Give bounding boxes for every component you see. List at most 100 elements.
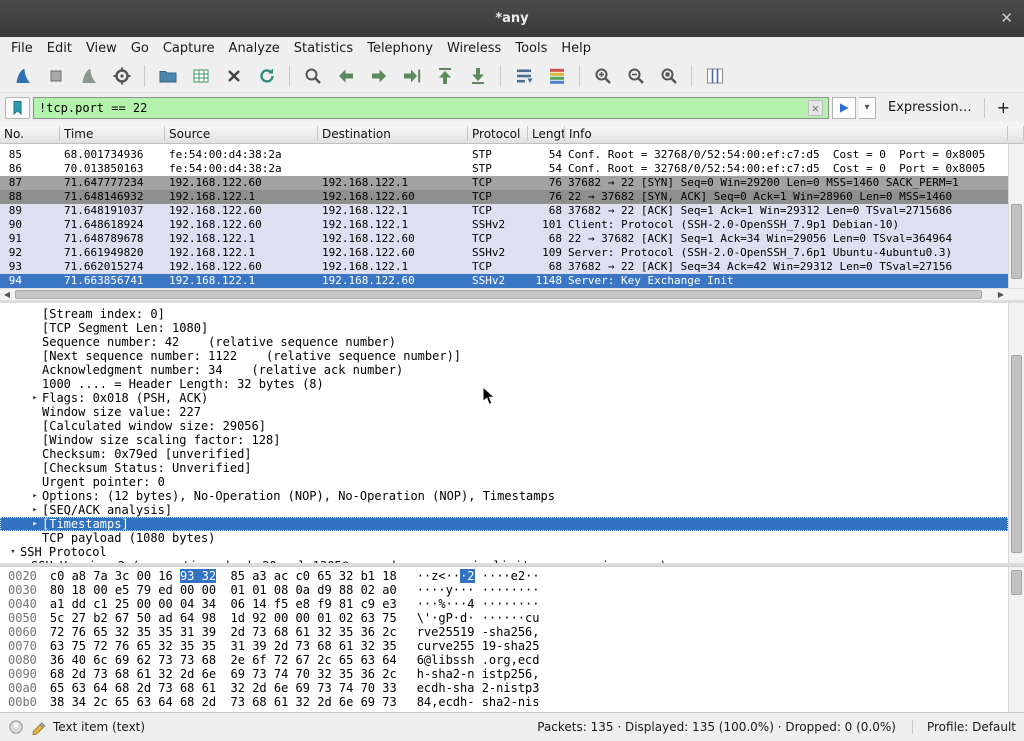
packet-row-88[interactable]: 8871.648146932192.168.122.1192.168.122.6… — [0, 190, 1008, 204]
hex-ascii[interactable]: 6@libssh .org,ecd — [417, 653, 540, 667]
zoom-original-button[interactable] — [653, 62, 684, 90]
hex-ascii[interactable]: ···%···4 ········ — [417, 597, 540, 611]
packet-row-92[interactable]: 9271.661949820192.168.122.1192.168.122.6… — [0, 246, 1008, 260]
ascii-selected-chars[interactable]: ·2 — [460, 569, 474, 583]
hex-bytes[interactable]: 36 40 6c 69 62 73 73 68 2e 6f 72 67 2c 6… — [50, 653, 397, 667]
expression-button[interactable]: Expression… — [879, 100, 981, 115]
hex-row-0050[interactable]: 00505c 27 b2 67 50 ad 64 98 1d 92 00 00 … — [8, 611, 1008, 625]
hex-ascii[interactable]: rve25519 -sha256, — [417, 625, 540, 639]
expert-info-icon[interactable] — [8, 719, 24, 735]
menu-item-analyze[interactable]: Analyze — [222, 39, 287, 58]
menu-item-file[interactable]: File — [4, 39, 40, 58]
hex-ascii[interactable]: ····y··· ········ — [417, 583, 540, 597]
hex-row-0030[interactable]: 003080 18 00 e5 79 ed 00 00 01 01 08 0a … — [8, 583, 1008, 597]
menu-item-go[interactable]: Go — [124, 39, 156, 58]
hex-ascii[interactable]: \'·gP·d· ······cu — [417, 611, 540, 625]
hex-row-0060[interactable]: 006072 76 65 32 35 35 31 39 2d 73 68 61 … — [8, 625, 1008, 639]
filter-apply-button[interactable] — [832, 97, 856, 119]
packet-row-93[interactable]: 9371.662015274192.168.122.60192.168.122.… — [0, 260, 1008, 274]
add-filter-button[interactable]: + — [988, 98, 1019, 117]
packet-row-89[interactable]: 8971.648191037192.168.122.60192.168.122.… — [0, 204, 1008, 218]
filter-bookmark-button[interactable] — [5, 97, 30, 119]
expander-icon[interactable]: ▸ — [28, 391, 42, 405]
go-first-button[interactable] — [429, 62, 460, 90]
detail-line[interactable]: [TCP Segment Len: 1080] — [0, 321, 1008, 335]
hex-bytes[interactable]: 38 34 2c 65 63 64 68 2d 73 68 61 32 2d 6… — [50, 695, 397, 709]
column-header-source[interactable]: Source — [165, 126, 318, 141]
go-to-packet-button[interactable] — [396, 62, 427, 90]
capture-restart-button[interactable] — [73, 62, 104, 90]
hex-row-0080[interactable]: 008036 40 6c 69 62 73 73 68 2e 6f 72 67 … — [8, 653, 1008, 667]
expander-icon[interactable]: ▾ — [6, 545, 20, 559]
hex-row-00a0[interactable]: 00a065 63 64 68 2d 73 68 61 32 2d 6e 69 … — [8, 681, 1008, 695]
packet-row-90[interactable]: 9071.648618924192.168.122.60192.168.122.… — [0, 218, 1008, 232]
detail-line[interactable]: Checksum: 0x79ed [unverified] — [0, 447, 1008, 461]
zoom-out-button[interactable] — [620, 62, 651, 90]
hex-bytes[interactable]: 72 76 65 32 35 35 31 39 2d 73 68 61 32 3… — [50, 625, 397, 639]
hex-ascii[interactable]: 84,ecdh- sha2-nis — [417, 695, 540, 709]
close-window-icon[interactable]: ✕ — [1000, 9, 1013, 27]
detail-line[interactable]: [Window size scaling factor: 128] — [0, 433, 1008, 447]
menu-item-edit[interactable]: Edit — [40, 39, 79, 58]
packet-row-91[interactable]: 9171.648789678192.168.122.1192.168.122.6… — [0, 232, 1008, 246]
menu-item-tools[interactable]: Tools — [508, 39, 554, 58]
hex-bytes[interactable]: 63 75 72 76 65 32 35 35 31 39 2d 73 68 6… — [50, 639, 397, 653]
hex-bytes[interactable]: 65 63 64 68 2d 73 68 61 32 2d 6e 69 73 7… — [50, 681, 397, 695]
detail-line[interactable]: Urgent pointer: 0 — [0, 475, 1008, 489]
detail-line[interactable]: ▸[Timestamps] — [0, 517, 1008, 531]
detail-line[interactable]: [Next sequence number: 1122 (relative se… — [0, 349, 1008, 363]
hex-bytes[interactable]: 5c 27 b2 67 50 ad 64 98 1d 92 00 00 01 0… — [50, 611, 397, 625]
menu-item-view[interactable]: View — [79, 39, 124, 58]
menu-item-statistics[interactable]: Statistics — [287, 39, 360, 58]
menu-item-wireless[interactable]: Wireless — [440, 39, 508, 58]
hex-row-0020[interactable]: 0020c0 a8 7a 3c 00 16 93 32 85 a3 ac c0 … — [8, 569, 1008, 583]
hex-ascii[interactable]: ecdh-sha 2-nistp3 — [417, 681, 540, 695]
status-profile[interactable]: Profile: Default — [912, 720, 1016, 734]
reload-button[interactable] — [251, 62, 282, 90]
file-close-button[interactable] — [218, 62, 249, 90]
detail-line[interactable]: [Calculated window size: 29056] — [0, 419, 1008, 433]
packet-row-86[interactable]: 8670.013850163fe:54:00:d4:38:2aSTP54Conf… — [0, 162, 1008, 176]
packet-list-vscrollbar[interactable] — [1008, 144, 1024, 288]
file-open-button[interactable] — [152, 62, 183, 90]
filter-clear-icon[interactable]: ✕ — [808, 100, 823, 116]
find-packet-button[interactable] — [297, 62, 328, 90]
hex-row-0090[interactable]: 009068 2d 73 68 61 32 2d 6e 69 73 74 70 … — [8, 667, 1008, 681]
capture-comment-icon[interactable] — [31, 720, 46, 735]
hex-bytes[interactable]: a1 dd c1 25 00 00 04 34 06 14 f5 e8 f9 8… — [50, 597, 397, 611]
packet-list-vscroll-thumb[interactable] — [1011, 204, 1022, 279]
go-back-button[interactable] — [330, 62, 361, 90]
hex-vscrollbar[interactable] — [1008, 567, 1024, 712]
detail-line[interactable]: Acknowledgment number: 34 (relative ack … — [0, 363, 1008, 377]
hscroll-right-arrow-icon[interactable]: ▶ — [994, 289, 1008, 300]
expander-icon[interactable]: ▸ — [28, 517, 42, 531]
hex-ascii[interactable]: ··z<···2 ····e2·· — [417, 569, 540, 583]
detail-line[interactable]: 1000 .... = Header Length: 32 bytes (8) — [0, 377, 1008, 391]
packet-list-hscrollbar[interactable]: ◀ ▶ — [0, 288, 1024, 300]
column-header-length[interactable]: Length — [528, 126, 565, 141]
file-save-button[interactable] — [185, 62, 216, 90]
detail-line[interactable]: ▾SSH Protocol — [0, 545, 1008, 559]
auto-scroll-button[interactable] — [508, 62, 539, 90]
detail-line[interactable]: [Checksum Status: Unverified] — [0, 461, 1008, 475]
hex-row-00b0[interactable]: 00b038 34 2c 65 63 64 68 2d 73 68 61 32 … — [8, 695, 1008, 709]
detail-line[interactable]: ▸Flags: 0x018 (PSH, ACK) — [0, 391, 1008, 405]
details-vscroll-thumb[interactable] — [1011, 355, 1022, 553]
zoom-in-button[interactable] — [587, 62, 618, 90]
column-header-info[interactable]: Info — [565, 126, 1008, 141]
packet-row-94[interactable]: 9471.663856741192.168.122.1192.168.122.6… — [0, 274, 1008, 288]
hex-bytes[interactable]: 68 2d 73 68 61 32 2d 6e 69 73 74 70 32 3… — [50, 667, 397, 681]
hex-bytes[interactable]: c0 a8 7a 3c 00 16 93 32 85 a3 ac c0 65 3… — [50, 569, 397, 583]
capture-stop-button[interactable] — [40, 62, 71, 90]
menu-item-capture[interactable]: Capture — [156, 39, 222, 58]
colorize-button[interactable] — [541, 62, 572, 90]
hex-ascii[interactable]: h-sha2-n istp256, — [417, 667, 540, 681]
column-header-no[interactable]: No. — [0, 126, 60, 141]
column-header-destination[interactable]: Destination — [318, 126, 468, 141]
detail-line[interactable]: SSH Version 2 (encryption:chacha20-poly1… — [0, 559, 1008, 563]
menu-item-telephony[interactable]: Telephony — [360, 39, 440, 58]
hex-vscroll-thumb[interactable] — [1011, 570, 1022, 595]
hscroll-left-arrow-icon[interactable]: ◀ — [0, 289, 14, 300]
packet-row-85[interactable]: 8568.001734936fe:54:00:d4:38:2aSTP54Conf… — [0, 148, 1008, 162]
detail-line[interactable]: TCP payload (1080 bytes) — [0, 531, 1008, 545]
